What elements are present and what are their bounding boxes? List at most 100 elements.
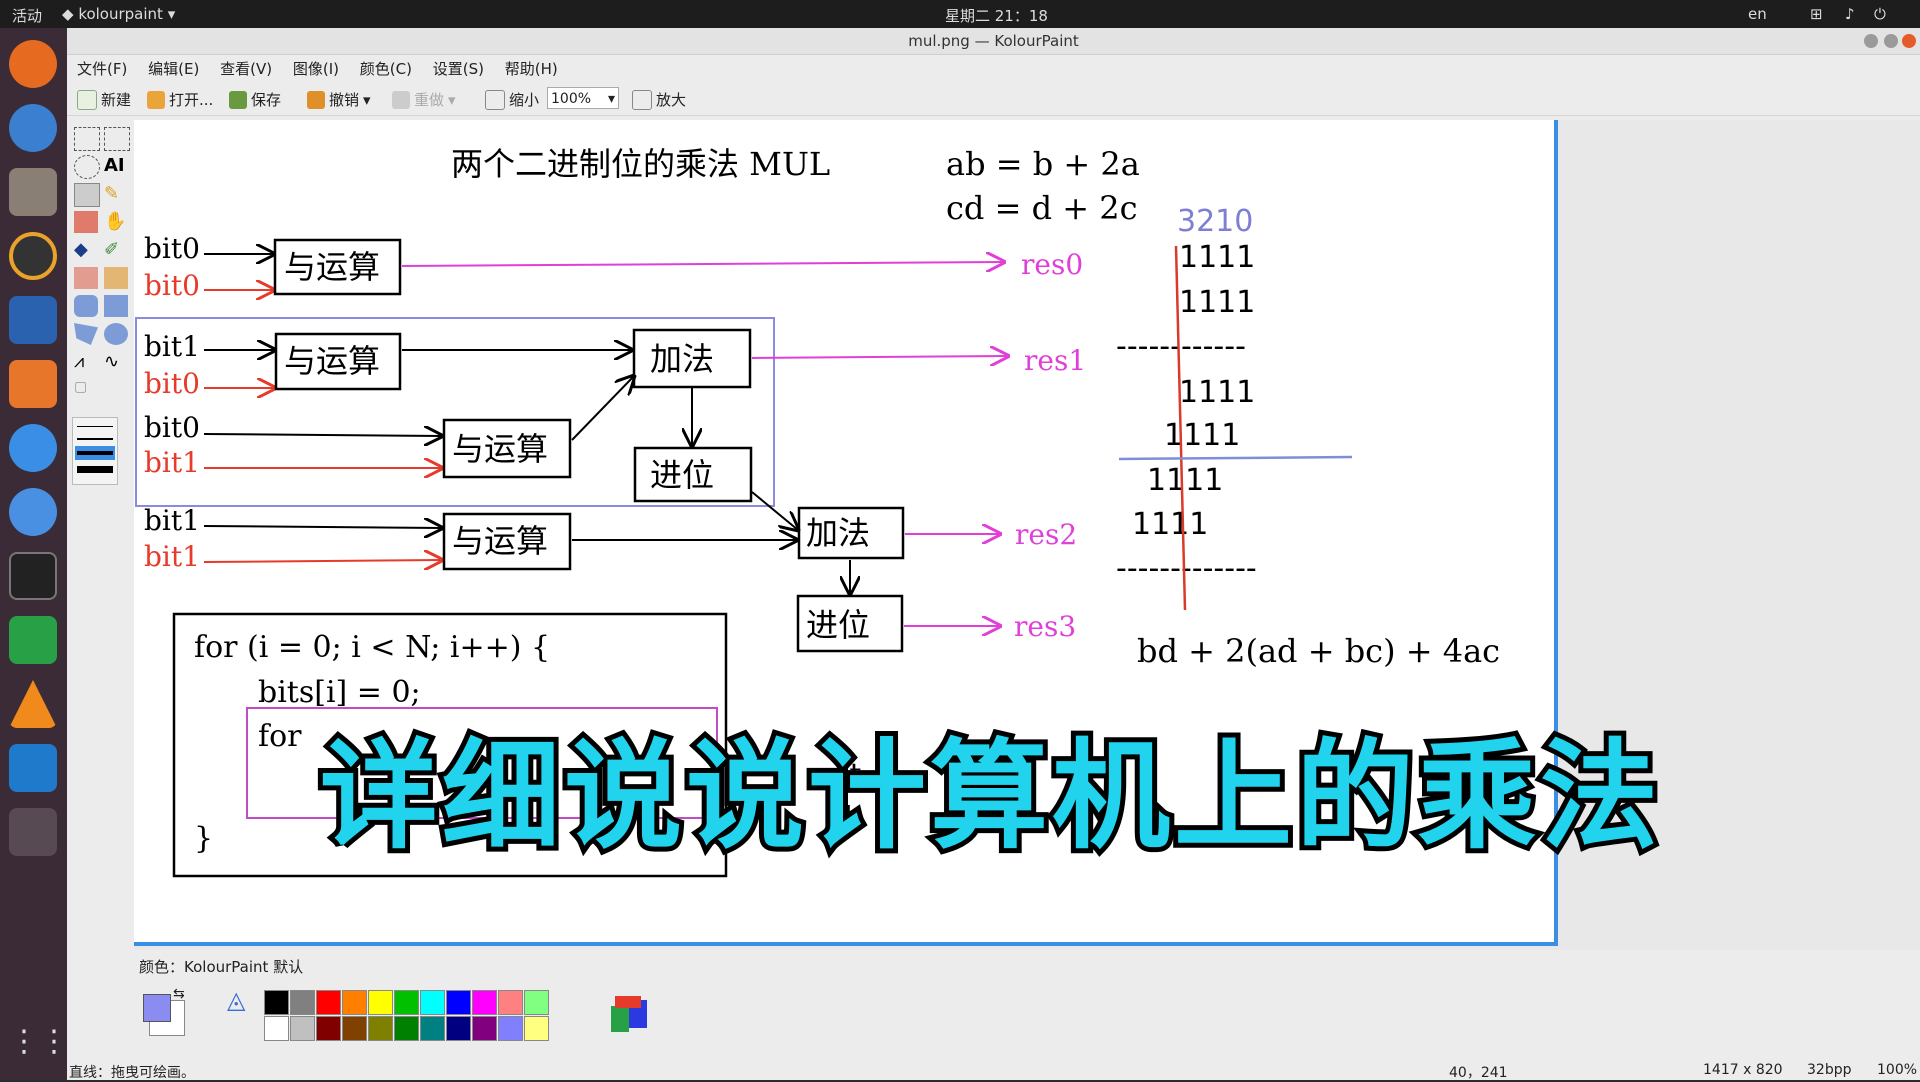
zoom-in-button[interactable]: 放大: [632, 89, 686, 110]
palette-swatch[interactable]: [524, 1016, 549, 1041]
palette-swatch[interactable]: [368, 990, 393, 1015]
free-select-icon[interactable]: [74, 127, 100, 151]
brush-icon[interactable]: ✋: [104, 211, 128, 233]
palette-swatch[interactable]: [316, 1016, 341, 1041]
eraser-icon[interactable]: [74, 211, 98, 233]
palette-swatch[interactable]: [420, 1016, 445, 1041]
color-depth: 32bpp: [1807, 1062, 1852, 1078]
palette-swatch[interactable]: [342, 990, 367, 1015]
writer-icon[interactable]: [9, 296, 57, 344]
thunderbird-icon[interactable]: [9, 104, 57, 152]
color-cube-icon[interactable]: [611, 996, 647, 1032]
ellipse-select-icon[interactable]: [74, 155, 100, 179]
new-button[interactable]: 新建: [77, 89, 131, 110]
chromium-icon[interactable]: [9, 488, 57, 536]
menu-color[interactable]: 颜色(C): [360, 60, 412, 78]
palette-swatch[interactable]: [342, 1016, 367, 1041]
line-width-4[interactable]: [77, 466, 113, 473]
vlc-icon[interactable]: [9, 680, 57, 728]
save-button[interactable]: 保存: [229, 89, 281, 110]
line-width-2[interactable]: [77, 438, 113, 440]
open-button[interactable]: 打开...: [147, 89, 213, 110]
terminal-icon[interactable]: [9, 552, 57, 600]
undo-button[interactable]: 撤销 ▾: [307, 89, 371, 110]
language-indicator[interactable]: en: [1748, 5, 1767, 23]
menu-edit[interactable]: 编辑(E): [148, 60, 199, 78]
palette-swatch[interactable]: [264, 1016, 289, 1041]
close-icon[interactable]: [1902, 34, 1916, 48]
palette-swatch[interactable]: [394, 990, 419, 1015]
spraycan-icon[interactable]: [104, 267, 128, 289]
fill-icon[interactable]: ◆: [74, 239, 98, 261]
palette-swatch[interactable]: [498, 1016, 523, 1041]
polyline-icon[interactable]: ⩘: [74, 351, 98, 373]
swap-colors-icon[interactable]: ⇆: [173, 986, 185, 1002]
line-width-1[interactable]: [77, 426, 113, 427]
line-width-selector[interactable]: [72, 417, 118, 485]
transparent-color-icon[interactable]: ◬: [227, 986, 245, 1014]
text-tool-icon[interactable]: AI: [104, 155, 128, 177]
fg-bg-color-box[interactable]: ⇆: [139, 986, 189, 1040]
ellipse-icon[interactable]: [104, 323, 128, 345]
palette-swatch[interactable]: [446, 1016, 471, 1041]
files-icon[interactable]: [9, 168, 57, 216]
video-caption-overlay: 详细说说计算机上的乘法: [315, 722, 1663, 870]
rhythmbox-icon[interactable]: [9, 232, 57, 280]
palette-swatch[interactable]: [446, 990, 471, 1015]
minimize-icon[interactable]: [1864, 34, 1878, 48]
menu-image[interactable]: 图像(I): [293, 60, 339, 78]
kolourpaint-icon[interactable]: [9, 808, 57, 856]
palette-swatch[interactable]: [472, 1016, 497, 1041]
zoom-in-icon: [632, 89, 652, 110]
save-icon: [229, 90, 247, 109]
redo-button[interactable]: 重做 ▾: [392, 89, 456, 110]
formula-text: bd + 2(ad + bc) + 4ac: [1137, 632, 1500, 670]
help-icon[interactable]: [9, 424, 57, 472]
palette-swatch[interactable]: [290, 990, 315, 1015]
zoom-select[interactable]: 100% ▾: [547, 87, 619, 109]
software-center-icon[interactable]: [9, 360, 57, 408]
rect-select-icon[interactable]: [104, 127, 130, 151]
power-icon[interactable]: ⏻: [1874, 5, 1886, 23]
toolbox: AI ✎ ✋ ◆ ✐ ⩘ ∿ ▢: [72, 125, 132, 495]
palette-swatch[interactable]: [420, 990, 445, 1015]
pencil-icon[interactable]: ✎: [104, 183, 128, 205]
line-tool-icon[interactable]: [74, 183, 100, 207]
rect-icon[interactable]: [104, 295, 128, 317]
palette-swatch[interactable]: [524, 990, 549, 1015]
palette-swatch[interactable]: [394, 1016, 419, 1041]
volume-icon[interactable]: ♪: [1845, 5, 1855, 23]
firefox-icon[interactable]: [9, 40, 57, 88]
palette-swatch[interactable]: [498, 990, 523, 1015]
palette-swatch[interactable]: [290, 1016, 315, 1041]
menu-file[interactable]: 文件(F): [77, 60, 127, 78]
menu-help[interactable]: 帮助(H): [505, 60, 558, 78]
color-eraser-icon[interactable]: [74, 267, 98, 289]
palette-swatch[interactable]: [368, 1016, 393, 1041]
network-icon[interactable]: ⊞: [1810, 5, 1823, 23]
color-picker-icon[interactable]: ✐: [104, 239, 128, 261]
palette-swatch[interactable]: [472, 990, 497, 1015]
palette-swatch[interactable]: [316, 990, 341, 1015]
curve-icon[interactable]: ∿: [104, 351, 128, 373]
menubar: 文件(F) 编辑(E) 查看(V) 图像(I) 颜色(C) 设置(S) 帮助(H…: [67, 55, 1920, 83]
activities-button[interactable]: 活动: [12, 5, 42, 26]
calc-icon[interactable]: [9, 616, 57, 664]
palette-swatch[interactable]: [264, 990, 289, 1015]
vscode-icon[interactable]: [9, 744, 57, 792]
clock[interactable]: 星期二 21：18: [945, 5, 1048, 26]
menu-view[interactable]: 查看(V): [220, 60, 272, 78]
misc-tool-icon[interactable]: ▢: [74, 379, 98, 401]
image-size: 1417 x 820: [1703, 1062, 1783, 1078]
maximize-icon[interactable]: [1884, 34, 1898, 48]
polygon-icon[interactable]: [74, 323, 98, 345]
line-width-3-selected[interactable]: [75, 446, 115, 460]
app-menu[interactable]: ◆ kolourpaint ▾: [62, 5, 175, 23]
palette-scheme[interactable]: KolourPaint 默认: [184, 958, 303, 976]
rounded-rect-icon[interactable]: [74, 295, 98, 317]
show-apps-icon[interactable]: ⋮⋮: [9, 1018, 69, 1066]
window-titlebar[interactable]: mul.png — KolourPaint: [67, 28, 1920, 55]
zoom-out-button[interactable]: 缩小: [485, 89, 539, 110]
carry-1-label: 进位: [650, 456, 714, 494]
menu-settings[interactable]: 设置(S): [433, 60, 484, 78]
